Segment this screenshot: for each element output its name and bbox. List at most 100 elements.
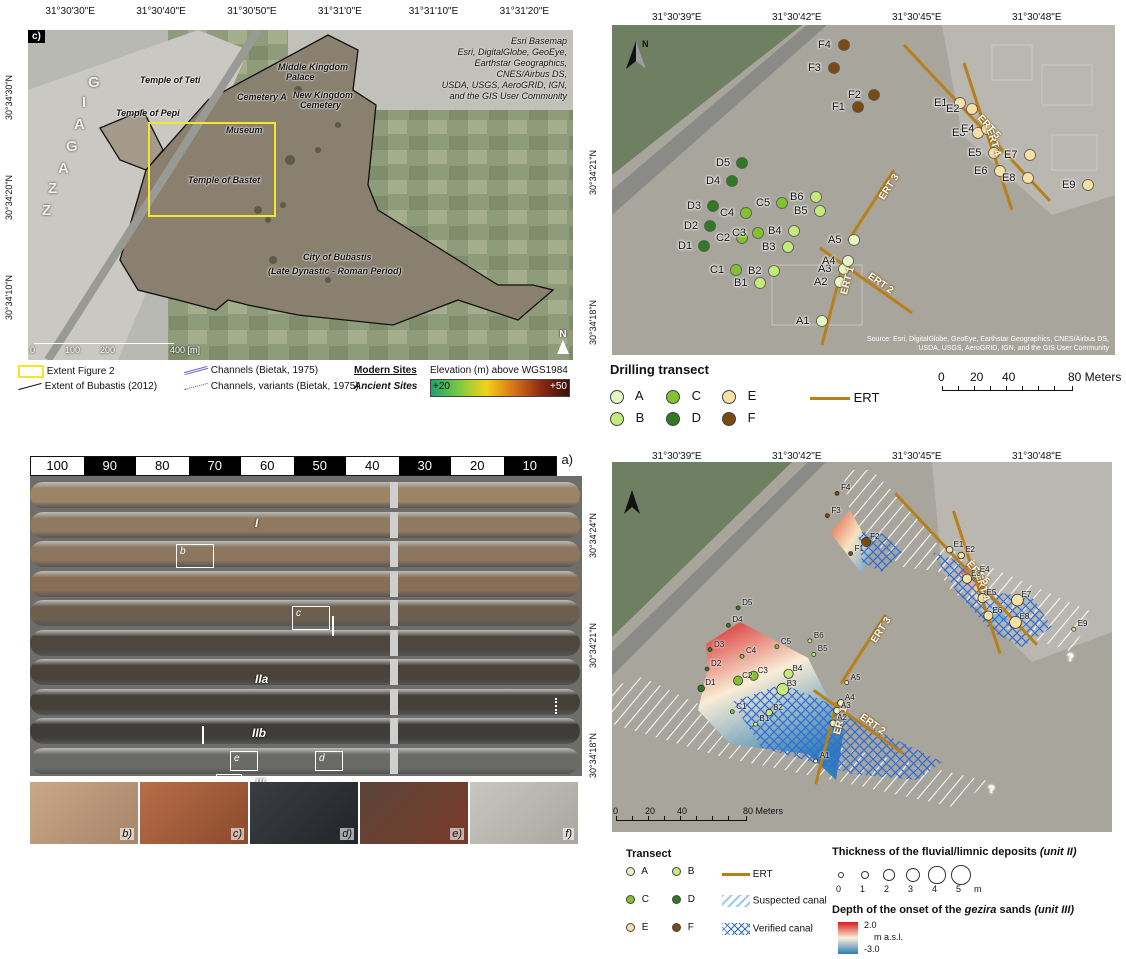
thickness-circle [905, 867, 921, 883]
legend-extent-bubastis: Extent of Bubastis (2012) [44, 381, 158, 392]
core-segment [30, 511, 580, 538]
thickness-label: 2 [884, 884, 890, 894]
borehole-point [753, 721, 758, 727]
unknown-marker: ? [988, 784, 995, 796]
scalebar-tick [696, 816, 697, 821]
overview-map-panel: 31°30'30"E 31°30'40"E 31°30'50"E 31°31'0"E 3… [4, 6, 573, 360]
place-label: Temple of Pepi [116, 108, 180, 118]
borehole-point [788, 225, 800, 237]
canal-map-scalebar: 0 20 40 80 Meters [613, 806, 783, 828]
place-label: City of Bubastis [303, 252, 372, 262]
borehole-label: C2 [716, 232, 731, 244]
overview-attribution: Esri Basemap Esri, DigitalGlobe, GeoEye, E… [442, 36, 567, 102]
borehole-label: F2 [848, 89, 861, 101]
scalebar-tick [942, 386, 943, 391]
core-segment [30, 659, 580, 685]
scalebar-tick [1072, 386, 1073, 391]
borehole-point [730, 264, 742, 276]
overview-map: c) Esri Basemap Esri, DigitalGlobe, GeoEy… [28, 30, 573, 360]
lon-tick: 31°30'48"E [1012, 451, 1062, 462]
borehole-label: C3 [757, 665, 768, 675]
north-arrow-m1: N [624, 39, 649, 74]
scalebar-label: 40 [1002, 370, 1016, 384]
drilling-legend-item: F [722, 410, 756, 426]
borehole-label: E7 [1004, 149, 1018, 161]
core-unit-label: I [255, 516, 259, 530]
core-unit-label: IIa [255, 672, 269, 686]
borehole-label: D1 [678, 240, 693, 252]
scalebar-tick [974, 386, 975, 391]
borehole-label: A4 [822, 255, 836, 267]
drilling-legend-item: E [722, 388, 756, 404]
borehole-point [754, 277, 766, 289]
borehole-label: B5 [794, 205, 808, 217]
zagazig-letter: Z [42, 202, 52, 219]
borehole-point [726, 175, 738, 187]
core-scale-label: 70 [188, 457, 241, 475]
core-unit-label: IIb [252, 726, 266, 740]
borehole-point [729, 709, 735, 715]
scalebar-label: 0 [30, 345, 36, 355]
borehole-label: B5 [817, 644, 828, 654]
borehole-point [1024, 149, 1036, 161]
borehole-point [698, 240, 710, 252]
unknown-marker: ? [1067, 652, 1074, 664]
legend-label: C [688, 388, 701, 403]
borehole-label: E6 [974, 165, 988, 177]
zagazig-letter: A [58, 160, 69, 177]
attribution-line: and the GIS User Community [449, 91, 567, 101]
lon-tick: 31°30'40"E [136, 6, 186, 17]
core-inset-label: e) [450, 828, 464, 840]
drilling-map-panel: 31°30'39"E 31°30'42"E 31°30'45"E 31°30'48"E… [588, 12, 1115, 355]
place-label: New Kingdom [293, 90, 353, 100]
canal-map: ERT 1 ERT 2 ERT 3 ERT 4 ERT 5 A1 A2 A3 A4 A5 B1 B2 B… [612, 462, 1112, 832]
thickness-label: m [974, 884, 982, 894]
borehole-point [848, 551, 854, 556]
place-label: Museum [226, 125, 263, 135]
borehole-point [1082, 179, 1094, 191]
place-label: (Late Dynastic - Roman Period) [268, 266, 402, 276]
canal-legend-item: F [672, 922, 694, 933]
core-detail-box: b [176, 544, 214, 568]
canal-legend-item: D [672, 894, 695, 905]
core-inset-label: d) [340, 828, 354, 840]
core-scale-bar: 100 90 80 70 60 50 40 30 20 10 [30, 456, 557, 476]
borehole-label: B3 [786, 679, 797, 689]
borehole-label: F1 [854, 543, 864, 553]
legend-channels: Channels (Bietak, 1975) [210, 365, 319, 376]
lat-tick: 30°34'20"N [4, 174, 14, 220]
scalebar-label: 0 [613, 806, 619, 816]
borehole-label: C5 [780, 636, 792, 646]
borehole-label: E7 [1021, 590, 1032, 600]
legend-label: B [685, 866, 695, 877]
borehole-point [735, 605, 741, 611]
lon-tick: 31°30'45"E [892, 12, 942, 23]
borehole-point [774, 644, 780, 650]
core-gap [390, 482, 398, 508]
legend-channels-variants: Channels, variants (Bietak, 1975) [210, 381, 359, 392]
core-inset-photo: c) [140, 782, 248, 844]
borehole-point [945, 545, 954, 554]
borehole-point [810, 191, 822, 203]
borehole-label: B1 [759, 714, 770, 724]
borehole-label: E5 [968, 147, 982, 159]
core-scale-label: 80 [136, 457, 189, 475]
borehole-point [838, 39, 850, 51]
borehole-label: D4 [706, 175, 721, 187]
borehole-point [828, 62, 840, 74]
core-gap [390, 600, 398, 626]
borehole-label: D2 [684, 220, 699, 232]
borehole-label: A1 [819, 751, 830, 761]
core-detail-box-label: c [296, 608, 301, 619]
canal-map-svg [612, 462, 1112, 832]
borehole-point [782, 241, 794, 253]
borehole-point [707, 647, 713, 652]
overview-scalebar: 0 100 200 400 [m] [30, 343, 200, 357]
lon-tick: 31°30'48"E [1012, 12, 1062, 23]
lon-tick: 31°31'0"E [317, 6, 362, 17]
depth-min: -3.0 [864, 944, 880, 954]
place-label: Cemetery [300, 100, 342, 110]
drilling-legend: Drilling transect A B C D E F ERT 0 20 40 8… [610, 362, 1121, 434]
drilling-legend-item: B [610, 410, 644, 426]
drilling-legend-ert: ERT [810, 390, 879, 405]
